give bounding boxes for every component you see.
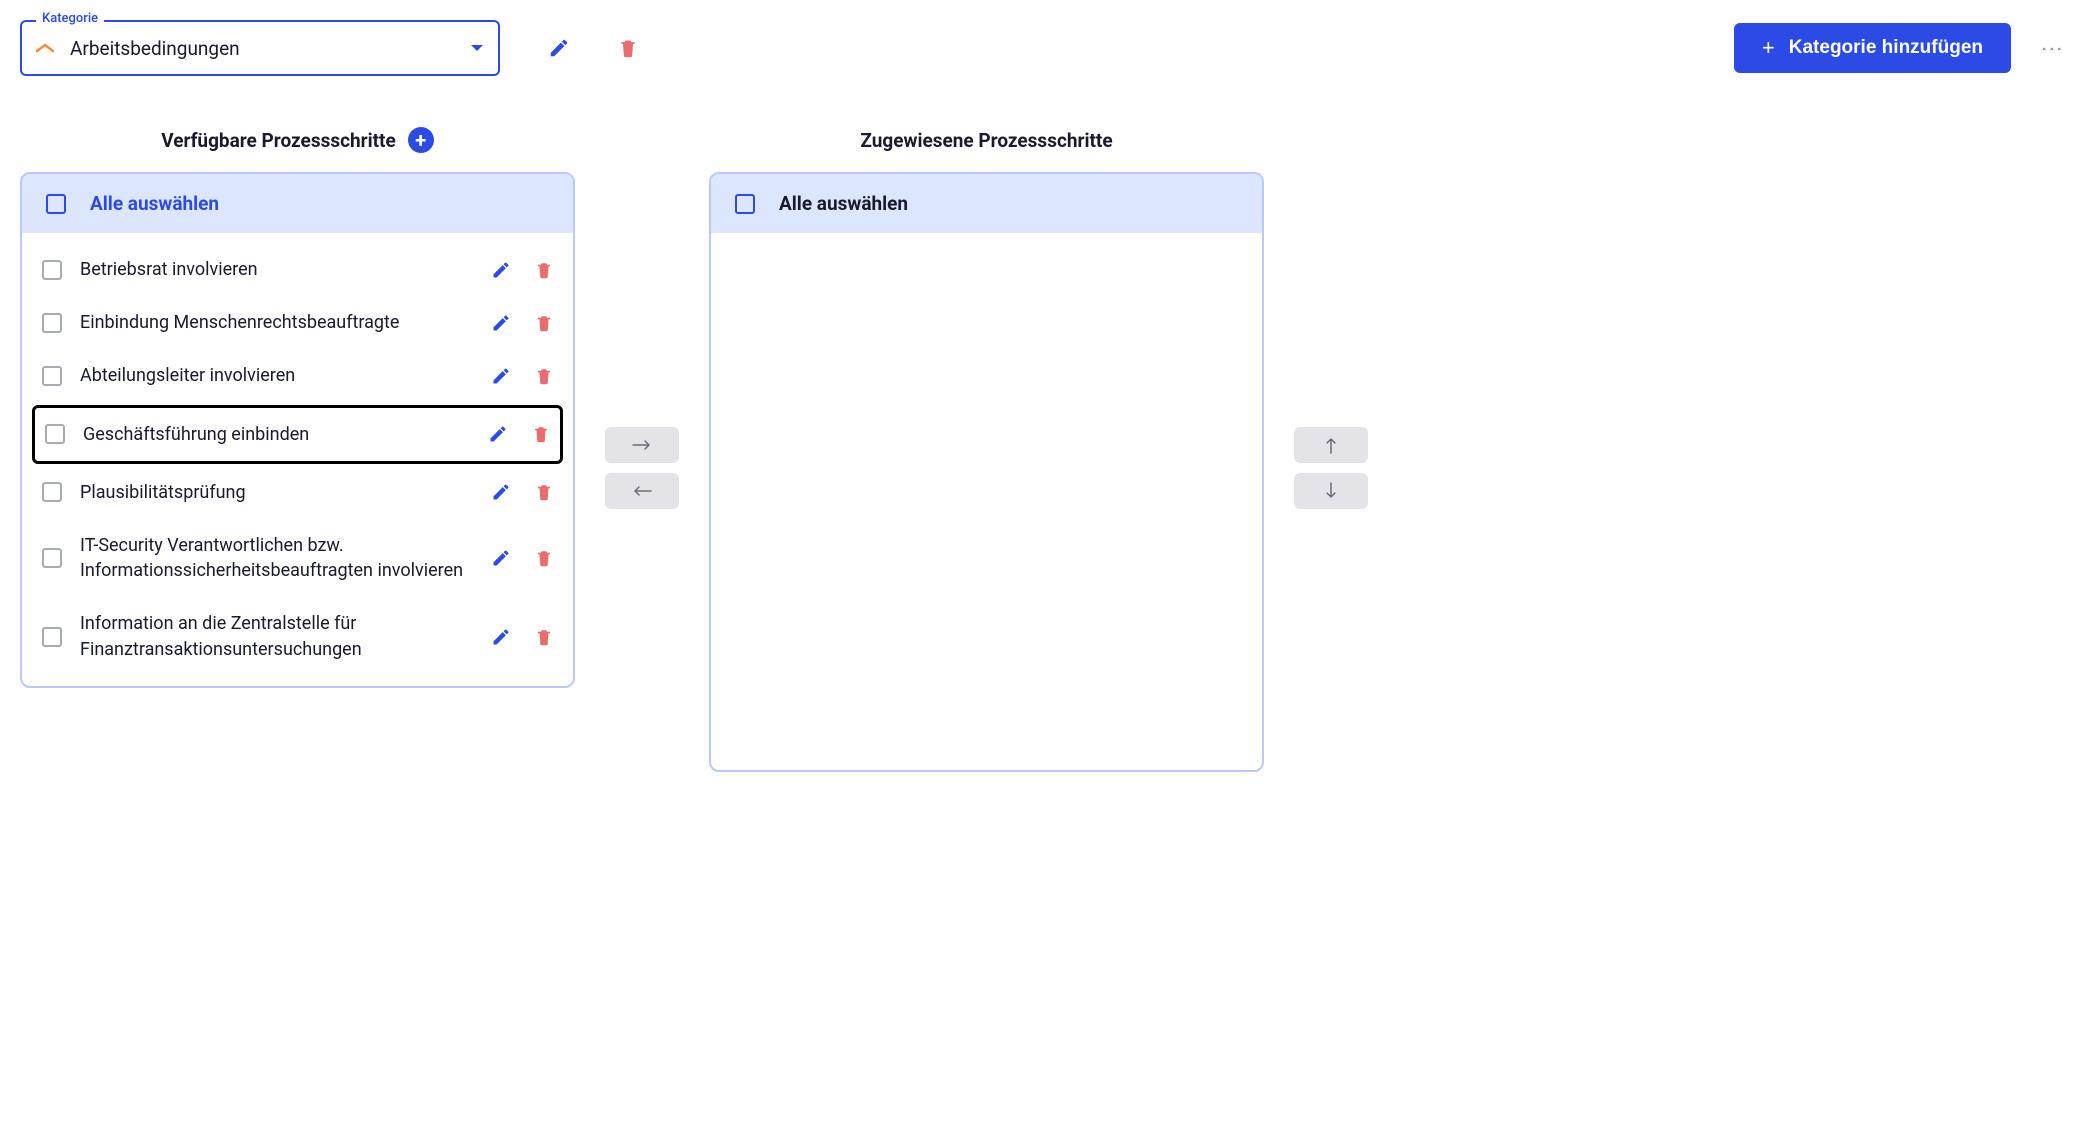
- item-label: Abteilungsleiter involvieren: [80, 363, 473, 388]
- available-panel: Alle auswählen Betriebsrat involvieren E…: [20, 172, 575, 688]
- available-title: Verfügbare Prozessschritte: [161, 129, 396, 152]
- delete-item-button[interactable]: [535, 313, 553, 333]
- add-category-button[interactable]: + Kategorie hinzufügen: [1734, 23, 2011, 73]
- item-label: Betriebsrat involvieren: [80, 257, 473, 282]
- category-legend: Kategorie: [36, 11, 104, 26]
- chevron-up-icon: [36, 43, 54, 53]
- item-checkbox[interactable]: [45, 424, 65, 444]
- item-checkbox[interactable]: [42, 366, 62, 386]
- available-select-all-label: Alle auswählen: [90, 192, 219, 215]
- item-checkbox[interactable]: [42, 627, 62, 647]
- delete-category-button[interactable]: [618, 37, 638, 59]
- item-label: Plausibilitätsprüfung: [80, 480, 473, 505]
- delete-item-button[interactable]: [535, 482, 553, 502]
- assigned-title: Zugewiesene Prozessschritte: [860, 129, 1112, 152]
- assigned-panel: Alle auswählen: [709, 172, 1264, 772]
- item-checkbox[interactable]: [42, 313, 62, 333]
- assigned-select-all-label: Alle auswählen: [779, 192, 908, 215]
- available-select-all-row[interactable]: Alle auswählen: [22, 174, 573, 233]
- move-down-button[interactable]: [1294, 473, 1368, 509]
- add-category-label: Kategorie hinzufügen: [1789, 37, 1983, 59]
- delete-item-button[interactable]: [532, 424, 550, 444]
- item-checkbox[interactable]: [42, 260, 62, 280]
- plus-icon: +: [1762, 37, 1775, 59]
- edit-item-button[interactable]: [491, 366, 511, 386]
- edit-item-button[interactable]: [491, 260, 511, 280]
- edit-item-button[interactable]: [491, 482, 511, 502]
- available-item[interactable]: Information an die Zentralstelle für Fin…: [22, 597, 573, 675]
- available-item[interactable]: Einbindung Menschenrechtsbeauftragte: [22, 296, 573, 349]
- assigned-select-all-checkbox[interactable]: [735, 194, 755, 214]
- category-value: Arbeitsbedingungen: [70, 37, 470, 60]
- more-menu-button[interactable]: ⋮: [2035, 34, 2068, 62]
- edit-item-button[interactable]: [491, 627, 511, 647]
- available-item[interactable]: Abteilungsleiter involvieren: [22, 349, 573, 402]
- delete-item-button[interactable]: [535, 366, 553, 386]
- assigned-select-all-row[interactable]: Alle auswählen: [711, 174, 1262, 233]
- item-label: Einbindung Menschenrechtsbeauftragte: [80, 310, 473, 335]
- available-item[interactable]: Betriebsrat involvieren: [22, 243, 573, 296]
- available-item[interactable]: Plausibilitätsprüfung: [22, 466, 573, 519]
- move-left-button[interactable]: [605, 473, 679, 509]
- dropdown-arrow-icon: [470, 44, 484, 52]
- category-dropdown[interactable]: Kategorie Arbeitsbedingungen: [20, 20, 500, 76]
- delete-item-button[interactable]: [535, 548, 553, 568]
- move-right-button[interactable]: [605, 427, 679, 463]
- add-step-button[interactable]: +: [408, 127, 434, 153]
- edit-item-button[interactable]: [488, 424, 508, 444]
- delete-item-button[interactable]: [535, 260, 553, 280]
- item-checkbox[interactable]: [42, 548, 62, 568]
- available-select-all-checkbox[interactable]: [46, 194, 66, 214]
- available-item[interactable]: IT-Security Verantwortlichen bzw. Inform…: [22, 519, 573, 597]
- edit-category-button[interactable]: [548, 37, 570, 59]
- item-checkbox[interactable]: [42, 482, 62, 502]
- edit-item-button[interactable]: [491, 548, 511, 568]
- available-item[interactable]: Geschäftsführung einbinden: [32, 405, 563, 464]
- item-label: Information an die Zentralstelle für Fin…: [80, 611, 473, 661]
- item-label: Geschäftsführung einbinden: [83, 422, 470, 447]
- move-up-button[interactable]: [1294, 427, 1368, 463]
- item-label: IT-Security Verantwortlichen bzw. Inform…: [80, 533, 473, 583]
- edit-item-button[interactable]: [491, 313, 511, 333]
- delete-item-button[interactable]: [535, 627, 553, 647]
